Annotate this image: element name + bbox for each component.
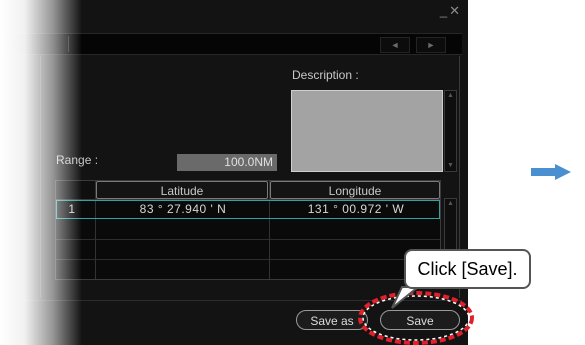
longitude-cell: 131 ° 00.972 ' W bbox=[307, 202, 405, 216]
range-field: 100.0NM bbox=[177, 154, 277, 171]
arrow-left-icon: ◄ bbox=[390, 40, 400, 50]
table-header: Latitude Longitude bbox=[56, 181, 440, 200]
footer-divider bbox=[0, 300, 462, 301]
scroll-up-icon[interactable]: ▲ bbox=[446, 200, 455, 208]
column-header-latitude: Latitude bbox=[96, 181, 268, 199]
row-number: 1 bbox=[68, 202, 76, 216]
toolbar-divider bbox=[68, 36, 69, 52]
next-step-arrow-icon bbox=[531, 164, 571, 180]
dialog-window: _✕ ◄ ► Description : ▲ ▼ Range : 100.0NM… bbox=[0, 0, 468, 345]
table-row[interactable] bbox=[56, 240, 440, 260]
instruction-callout: Click [Save]. bbox=[404, 249, 531, 289]
latitude-cell: 83 ° 27.940 ' N bbox=[139, 202, 227, 216]
arrow-right-icon: ► bbox=[426, 40, 436, 50]
description-scrollbar[interactable]: ▲ ▼ bbox=[444, 90, 457, 172]
table-row[interactable]: 1 83 ° 27.940 ' N 131 ° 00.972 ' W bbox=[56, 200, 440, 219]
row-number bbox=[56, 240, 86, 257]
save-as-button[interactable]: Save as bbox=[296, 310, 368, 330]
next-button[interactable]: ► bbox=[416, 37, 446, 53]
minimize-icon[interactable]: _ bbox=[440, 3, 449, 18]
description-field[interactable] bbox=[291, 90, 443, 172]
column-header-no bbox=[56, 181, 94, 199]
row-number bbox=[56, 220, 86, 237]
waypoint-table: Latitude Longitude 1 83 ° 27.940 ' N 131… bbox=[55, 180, 441, 280]
range-label: Range : bbox=[56, 153, 99, 167]
window-controls: _✕ bbox=[440, 3, 462, 19]
description-label: Description : bbox=[292, 68, 359, 82]
arrow-shaft bbox=[531, 168, 557, 176]
previous-button[interactable]: ◄ bbox=[380, 37, 410, 53]
arrow-head bbox=[555, 164, 571, 180]
table-row[interactable] bbox=[56, 220, 440, 240]
scroll-up-icon[interactable]: ▲ bbox=[446, 92, 455, 100]
toolbar: ◄ ► bbox=[0, 33, 462, 55]
save-button[interactable]: Save bbox=[380, 310, 460, 330]
column-header-longitude: Longitude bbox=[270, 181, 440, 199]
table-row[interactable] bbox=[56, 260, 440, 279]
scroll-down-icon[interactable]: ▼ bbox=[446, 162, 455, 170]
close-icon[interactable]: ✕ bbox=[449, 3, 462, 18]
row-number bbox=[56, 260, 86, 277]
